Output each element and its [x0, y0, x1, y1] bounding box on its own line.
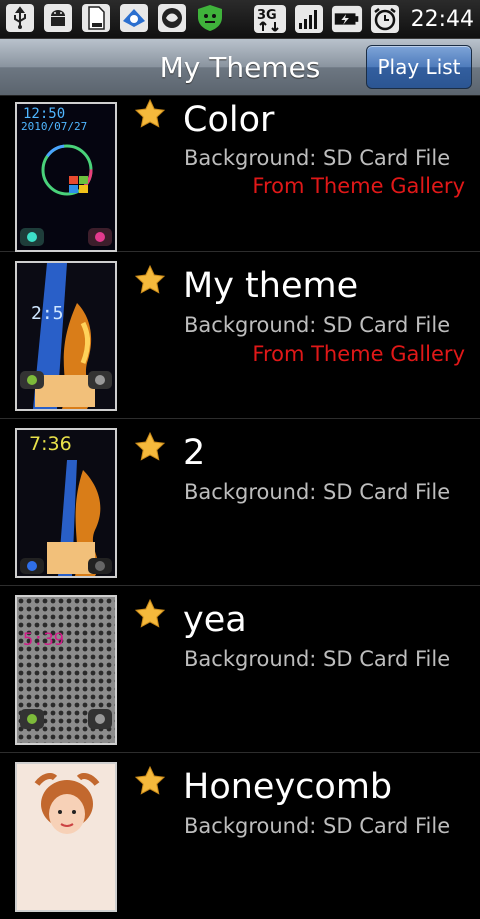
svg-text:5:39: 5:39: [23, 630, 64, 650]
app-notification-icon: [194, 2, 226, 34]
app-notification-icon: [156, 2, 188, 34]
star-icon[interactable]: [134, 598, 166, 630]
theme-background: Background: SD Card File: [184, 814, 451, 838]
theme-name: My theme: [183, 266, 359, 306]
theme-source: From Theme Gallery: [252, 342, 465, 366]
star-icon[interactable]: [134, 98, 166, 130]
theme-thumbnail[interactable]: 7:36: [15, 428, 117, 578]
system-icons: 3G 22:44: [253, 2, 474, 36]
theme-thumbnail[interactable]: 2:5: [15, 261, 117, 411]
svg-text:2010/07/27: 2010/07/27: [21, 120, 87, 133]
status-bar: 3G 22:44: [0, 0, 480, 39]
svg-text:7:36: 7:36: [29, 433, 72, 455]
theme-name: Honeycomb: [183, 767, 393, 807]
theme-list: 12:50 2010/07/27 Color Background: SD Ca…: [0, 96, 480, 919]
play-list-button[interactable]: Play List: [366, 45, 472, 89]
theme-background: Background: SD Card File: [184, 647, 451, 671]
star-icon[interactable]: [134, 431, 166, 463]
theme-background: Background: SD Card File: [184, 146, 451, 170]
star-icon[interactable]: [134, 765, 166, 797]
title-bar: My Themes Play List: [0, 39, 480, 96]
theme-name: Color: [183, 100, 275, 140]
list-item[interactable]: 7:36 2 Background: SD Card File: [0, 419, 480, 586]
svg-text:2:5: 2:5: [31, 303, 64, 324]
android-debug-icon: [42, 2, 74, 34]
list-item[interactable]: 5:39 yea Background: SD Card File: [0, 586, 480, 753]
app-notification-icon: [118, 2, 150, 34]
alarm-icon: [369, 3, 401, 35]
list-item[interactable]: 2:5 My theme Background: SD Card File Fr…: [0, 252, 480, 419]
network-type-label: 3G: [257, 8, 277, 23]
signal-icon: [293, 3, 325, 35]
status-time: 22:44: [410, 6, 474, 32]
notification-icons: [4, 2, 226, 36]
theme-thumbnail[interactable]: 12:50 2010/07/27: [15, 102, 117, 252]
theme-thumbnail[interactable]: [15, 762, 117, 912]
theme-background: Background: SD Card File: [184, 313, 451, 337]
battery-icon: [331, 3, 363, 35]
theme-source: From Theme Gallery: [252, 174, 465, 198]
star-icon[interactable]: [134, 264, 166, 296]
theme-name: 2: [183, 433, 206, 473]
sd-card-icon: [80, 2, 112, 34]
network-3g-icon: 3G: [253, 3, 287, 35]
list-item[interactable]: Honeycomb Background: SD Card File: [0, 753, 480, 919]
list-item[interactable]: 12:50 2010/07/27 Color Background: SD Ca…: [0, 96, 480, 252]
theme-thumbnail[interactable]: 5:39: [15, 595, 117, 745]
theme-background: Background: SD Card File: [184, 480, 451, 504]
theme-name: yea: [183, 600, 247, 640]
usb-icon: [4, 2, 36, 34]
